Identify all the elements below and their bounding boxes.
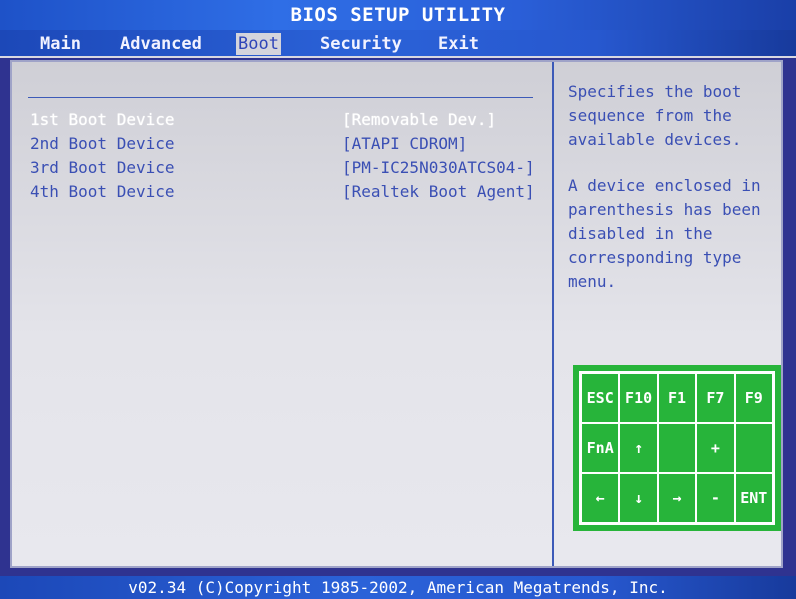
boot-device-label: 4th Boot Device: [30, 182, 175, 201]
main-panel: 1st Boot Device [Removable Dev.] 2nd Boo…: [10, 60, 783, 568]
boot-device-row-1[interactable]: 1st Boot Device [Removable Dev.]: [12, 108, 554, 132]
arrow-up-icon: ↑: [619, 423, 658, 473]
minus-icon: -: [696, 473, 735, 523]
esc-key: ESC: [581, 373, 620, 423]
boot-device-row-2[interactable]: 2nd Boot Device [ATAPI CDROM]: [12, 132, 554, 156]
empty-key: [734, 423, 773, 473]
empty-key: [657, 423, 697, 473]
help-text-primary: Specifies the boot sequence from the ava…: [568, 82, 742, 149]
boot-device-label: 2nd Boot Device: [30, 134, 175, 153]
boot-device-value[interactable]: [Removable Dev.]: [342, 108, 496, 132]
boot-device-row-3[interactable]: 3rd Boot Device [PM-IC25N030ATCS04-]: [12, 156, 554, 180]
tab-advanced[interactable]: Advanced: [118, 33, 204, 55]
arrow-right-icon: →: [657, 473, 697, 523]
tab-security[interactable]: Security: [318, 33, 404, 55]
boot-device-label: 1st Boot Device: [30, 110, 175, 129]
copyright-footer: v02.34 (C)Copyright 1985-2002, American …: [0, 576, 796, 599]
key-grid: ESC F10 F1 F7 F9 FnA ↑ + ← ↓ → - ENT: [579, 371, 775, 525]
key-legend: ESC F10 F1 F7 F9 FnA ↑ + ← ↓ → - ENT: [573, 365, 781, 531]
boot-device-value[interactable]: [PM-IC25N030ATCS04-]: [342, 156, 535, 180]
fna-key: FnA: [581, 423, 620, 473]
arrow-left-icon: ←: [581, 473, 620, 523]
f7-key: F7: [696, 373, 735, 423]
tab-main[interactable]: Main: [38, 33, 83, 55]
boot-device-row-4[interactable]: 4th Boot Device [Realtek Boot Agent]: [12, 180, 554, 204]
menu-bar: Main Advanced Boot Security Exit: [0, 30, 796, 58]
boot-device-label: 3rd Boot Device: [30, 158, 175, 177]
divider: [28, 97, 533, 98]
boot-device-value[interactable]: [Realtek Boot Agent]: [342, 180, 535, 204]
f1-key: F1: [657, 373, 697, 423]
ent-key: ENT: [734, 473, 773, 523]
boot-device-value[interactable]: [ATAPI CDROM]: [342, 132, 467, 156]
f10-key: F10: [619, 373, 658, 423]
plus-icon: +: [696, 423, 735, 473]
bios-screen: BIOS SETUP UTILITY Main Advanced Boot Se…: [0, 0, 796, 599]
title-bar: BIOS SETUP UTILITY: [0, 0, 796, 30]
help-pane: Specifies the boot sequence from the ava…: [556, 62, 781, 566]
tab-boot[interactable]: Boot: [236, 33, 281, 55]
arrow-down-icon: ↓: [619, 473, 658, 523]
settings-pane: 1st Boot Device [Removable Dev.] 2nd Boo…: [12, 62, 554, 566]
tab-exit[interactable]: Exit: [436, 33, 481, 55]
help-text-secondary: A device enclosed in parenthesis has bee…: [568, 176, 761, 291]
f9-key: F9: [734, 373, 773, 423]
